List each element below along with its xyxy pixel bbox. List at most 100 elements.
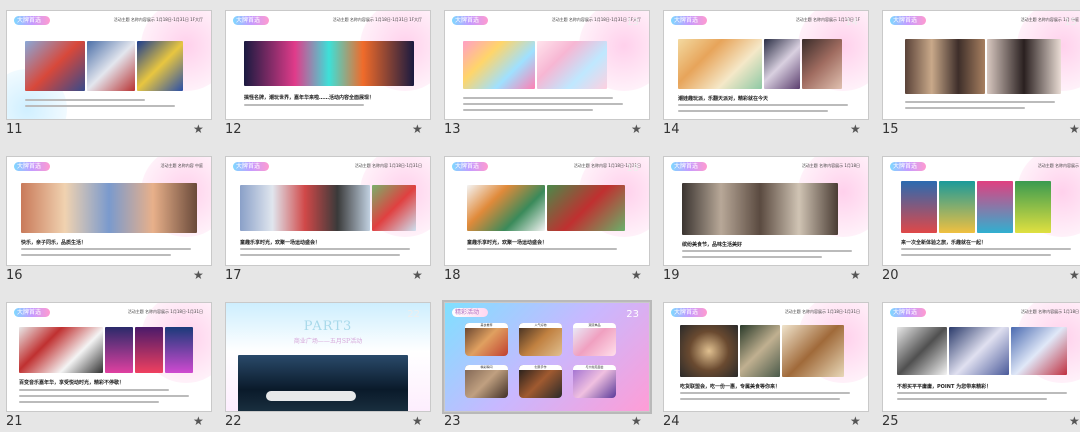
slide-photo <box>137 41 183 91</box>
slide-number: 12 <box>225 122 242 137</box>
slide-photo <box>901 181 937 233</box>
slide-photo <box>764 39 800 89</box>
slide-thumb-16[interactable]: 大牌首选 活动主题 名称内容 中庭 快乐，亲子同乐，品质生活！ 16 ★ <box>0 146 212 286</box>
slide-photo <box>244 41 414 86</box>
slide-photo <box>1015 181 1051 233</box>
slide-photo <box>678 39 762 89</box>
slide-badge: 大牌首选 <box>890 162 926 171</box>
slide-header-text: 活动主题 名称内容展示 <box>1037 163 1079 168</box>
slide-badge: 大牌首选 <box>233 162 269 171</box>
slide-thumb-19[interactable]: 大牌首选 活动主题 名称内容展示 1月18日 缤纷美食节，品味生活美好 19 ★ <box>657 146 869 286</box>
slide-header-text: 活动主题 名称内容展示 1月18日-1月31日 <box>784 309 860 314</box>
slide-tile: 美食推荐 <box>465 323 508 356</box>
slide-photo <box>87 41 135 91</box>
slide-photo <box>905 39 985 94</box>
slide-caption: 童趣乐享时光，欢聚一场运动盛会！ <box>467 240 548 246</box>
slide-badge: 大牌首选 <box>452 162 488 171</box>
slide-photo <box>802 39 842 89</box>
star-icon[interactable]: ★ <box>412 414 423 428</box>
slide-thumb-20[interactable]: 大牌首选 活动主题 名称内容展示 来一次全新体验之旅，乐趣就在一起！ 20 ★ <box>876 146 1080 286</box>
star-icon[interactable]: ★ <box>631 268 642 282</box>
slide-thumb-17[interactable]: 大牌首选 活动主题 名称内容 1月18日-1月31日 童趣乐享时光，欢聚一场运动… <box>219 146 431 286</box>
slide-thumb-25[interactable]: 大牌首选 活动主题 名称内容展示 1月18日 不想买平平庸庸，POINT 为您带… <box>876 292 1080 432</box>
slide-preview[interactable]: 精彩活动 23 美食推荐 人气好物 潮流单品 精彩瞬间 创意手作 与大咖见面会 <box>442 300 652 414</box>
slide-preview[interactable]: 大牌首选 活动主题 名称内容展示 1月 中庭 15 <box>882 10 1080 120</box>
slide-preview[interactable]: 大牌首选 活动主题 名称内容展示 1月18日-1月31日 1F大厅 <box>6 10 212 120</box>
slide-badge: 大牌首选 <box>14 162 50 171</box>
slide-thumb-15[interactable]: 大牌首选 活动主题 名称内容展示 1月 中庭 15 15 ★ <box>876 0 1080 140</box>
slide-badge: 大牌首选 <box>890 308 926 317</box>
slide-photo <box>782 325 844 377</box>
slide-number: 22 <box>225 414 242 429</box>
star-icon[interactable]: ★ <box>631 122 642 136</box>
slide-tile: 创意手作 <box>519 365 562 398</box>
slide-thumb-22[interactable]: 22 PART3 商业广场——五月SP活动 22 ★ <box>219 292 431 432</box>
star-icon[interactable]: ★ <box>850 268 861 282</box>
slide-preview[interactable]: 大牌首选 活动主题 名称内容展示 1月18日-1月31日 吃货联盟会，吃一份一惠… <box>663 302 869 412</box>
slide-number: 23 <box>444 414 461 429</box>
slide-photo <box>165 327 193 373</box>
slide-tile: 精彩瞬间 <box>465 365 508 398</box>
slide-tile: 人气好物 <box>519 323 562 356</box>
slide-photo <box>240 185 370 231</box>
slide-badge: 大牌首选 <box>671 308 707 317</box>
slide-watermark-number: 14 <box>845 17 858 28</box>
slide-number: 18 <box>444 268 461 283</box>
slide-number: 16 <box>6 268 23 283</box>
slide-photo <box>987 39 1061 94</box>
slide-thumb-11[interactable]: 大牌首选 活动主题 名称内容展示 1月18日-1月31日 1F大厅 11 ★ <box>0 0 212 140</box>
section-title: PART3 <box>303 319 353 334</box>
slide-photo <box>682 183 838 235</box>
slide-badge: 大牌首选 <box>890 16 926 25</box>
star-icon[interactable]: ★ <box>1069 414 1080 428</box>
slide-caption: 童趣乐享时光，欢聚一场运动盛会！ <box>240 240 321 246</box>
slide-badge: 大牌首选 <box>671 162 707 171</box>
star-icon[interactable]: ★ <box>1069 268 1080 282</box>
slide-caption: 潮娃趣玩派，乐翻天派对，精彩就在今天 <box>678 96 769 102</box>
slide-preview[interactable]: 大牌首选 活动主题 名称内容展示 来一次全新体验之旅，乐趣就在一起！ <box>882 156 1080 266</box>
slide-header-text: 活动主题 名称内容展示 1月18日 <box>801 163 860 168</box>
slide-preview[interactable]: 大牌首选 活动主题 名称内容展示 1月18日-1月31日 百变音乐嘉年华，享受悦… <box>6 302 212 412</box>
star-icon[interactable]: ★ <box>631 414 642 428</box>
slide-thumb-18[interactable]: 大牌首选 活动主题 名称内容 1月18日-1月31日 18 童趣乐享时光，欢聚一… <box>438 146 650 286</box>
star-icon[interactable]: ★ <box>412 268 423 282</box>
slide-preview[interactable]: 大牌首选 活动主题 名称内容 1月18日-1月31日 童趣乐享时光，欢聚一场运动… <box>225 156 431 266</box>
slide-preview[interactable]: 大牌首选 活动主题 名称内容 1月18日-1月31日 18 童趣乐享时光，欢聚一… <box>444 156 650 266</box>
slide-caption: 缤纷美食节，品味生活美好 <box>682 242 743 248</box>
slide-preview[interactable]: 大牌首选 活动主题 名称内容展示 1月18日 不想买平平庸庸，POINT 为您带… <box>882 302 1080 412</box>
slide-watermark-number: 23 <box>626 309 639 320</box>
slide-thumb-13[interactable]: 大牌首选 活动主题 名称内容展示 1月18日-1月31日 1F大厅 13 13 … <box>438 0 650 140</box>
slide-number: 19 <box>663 268 680 283</box>
slide-caption: 快乐，亲子同乐，品质生活！ <box>21 240 87 246</box>
star-icon[interactable]: ★ <box>412 122 423 136</box>
star-icon[interactable]: ★ <box>193 414 204 428</box>
slide-preview[interactable]: 大牌首选 活动主题 名称内容展示 1月18日 缤纷美食节，品味生活美好 <box>663 156 869 266</box>
slide-photo <box>680 325 738 377</box>
star-icon[interactable]: ★ <box>1069 122 1080 136</box>
slide-preview[interactable]: 22 PART3 商业广场——五月SP活动 <box>225 302 431 412</box>
slide-photo <box>25 41 85 91</box>
star-icon[interactable]: ★ <box>193 122 204 136</box>
slide-caption: 搞怪名牌，潮玩世界，嘉年华来啦……活动内容全面展现！ <box>244 95 375 101</box>
slide-preview[interactable]: 大牌首选 活动主题 名称内容 中庭 快乐，亲子同乐，品质生活！ <box>6 156 212 266</box>
slide-watermark-number: 18 <box>626 163 639 174</box>
slide-thumb-12[interactable]: 大牌首选 活动主题 名称内容展示 1月18日-1月31日 1F大厅 搞怪名牌，潮… <box>219 0 431 140</box>
slide-photo <box>537 41 607 89</box>
slide-caption: 吃货联盟会，吃一份一惠，专属美食等你来！ <box>680 384 781 390</box>
slide-thumb-21[interactable]: 大牌首选 活动主题 名称内容展示 1月18日-1月31日 百变音乐嘉年华，享受悦… <box>0 292 212 432</box>
slide-preview[interactable]: 大牌首选 活动主题 名称内容展示 1月18日-1月31日 1F大厅 13 <box>444 10 650 120</box>
slide-number: 17 <box>225 268 242 283</box>
slide-preview[interactable]: 大牌首选 活动主题 名称内容展示 1月18日-1月31日 1F大厅 搞怪名牌，潮… <box>225 10 431 120</box>
slide-header-text: 活动主题 名称内容展示 1月18日-1月31日 1F大厅 <box>113 17 203 22</box>
slide-thumb-14[interactable]: 大牌首选 活动主题 名称内容展示 1月18日 1F 14 潮娃趣玩派，乐翻天派对… <box>657 0 869 140</box>
star-icon[interactable]: ★ <box>850 414 861 428</box>
slide-thumb-23[interactable]: 精彩活动 23 美食推荐 人气好物 潮流单品 精彩瞬间 创意手作 与大咖见面会 … <box>438 292 652 432</box>
star-icon[interactable]: ★ <box>193 268 204 282</box>
slide-photo <box>977 181 1013 233</box>
slide-header-text: 活动主题 名称内容 1月18日-1月31日 <box>354 163 422 168</box>
slide-preview[interactable]: 大牌首选 活动主题 名称内容展示 1月18日 1F 14 潮娃趣玩派，乐翻天派对… <box>663 10 869 120</box>
slide-photo <box>939 181 975 233</box>
slide-number: 11 <box>6 122 23 137</box>
slide-thumb-24[interactable]: 大牌首选 活动主题 名称内容展示 1月18日-1月31日 吃货联盟会，吃一份一惠… <box>657 292 869 432</box>
star-icon[interactable]: ★ <box>850 122 861 136</box>
